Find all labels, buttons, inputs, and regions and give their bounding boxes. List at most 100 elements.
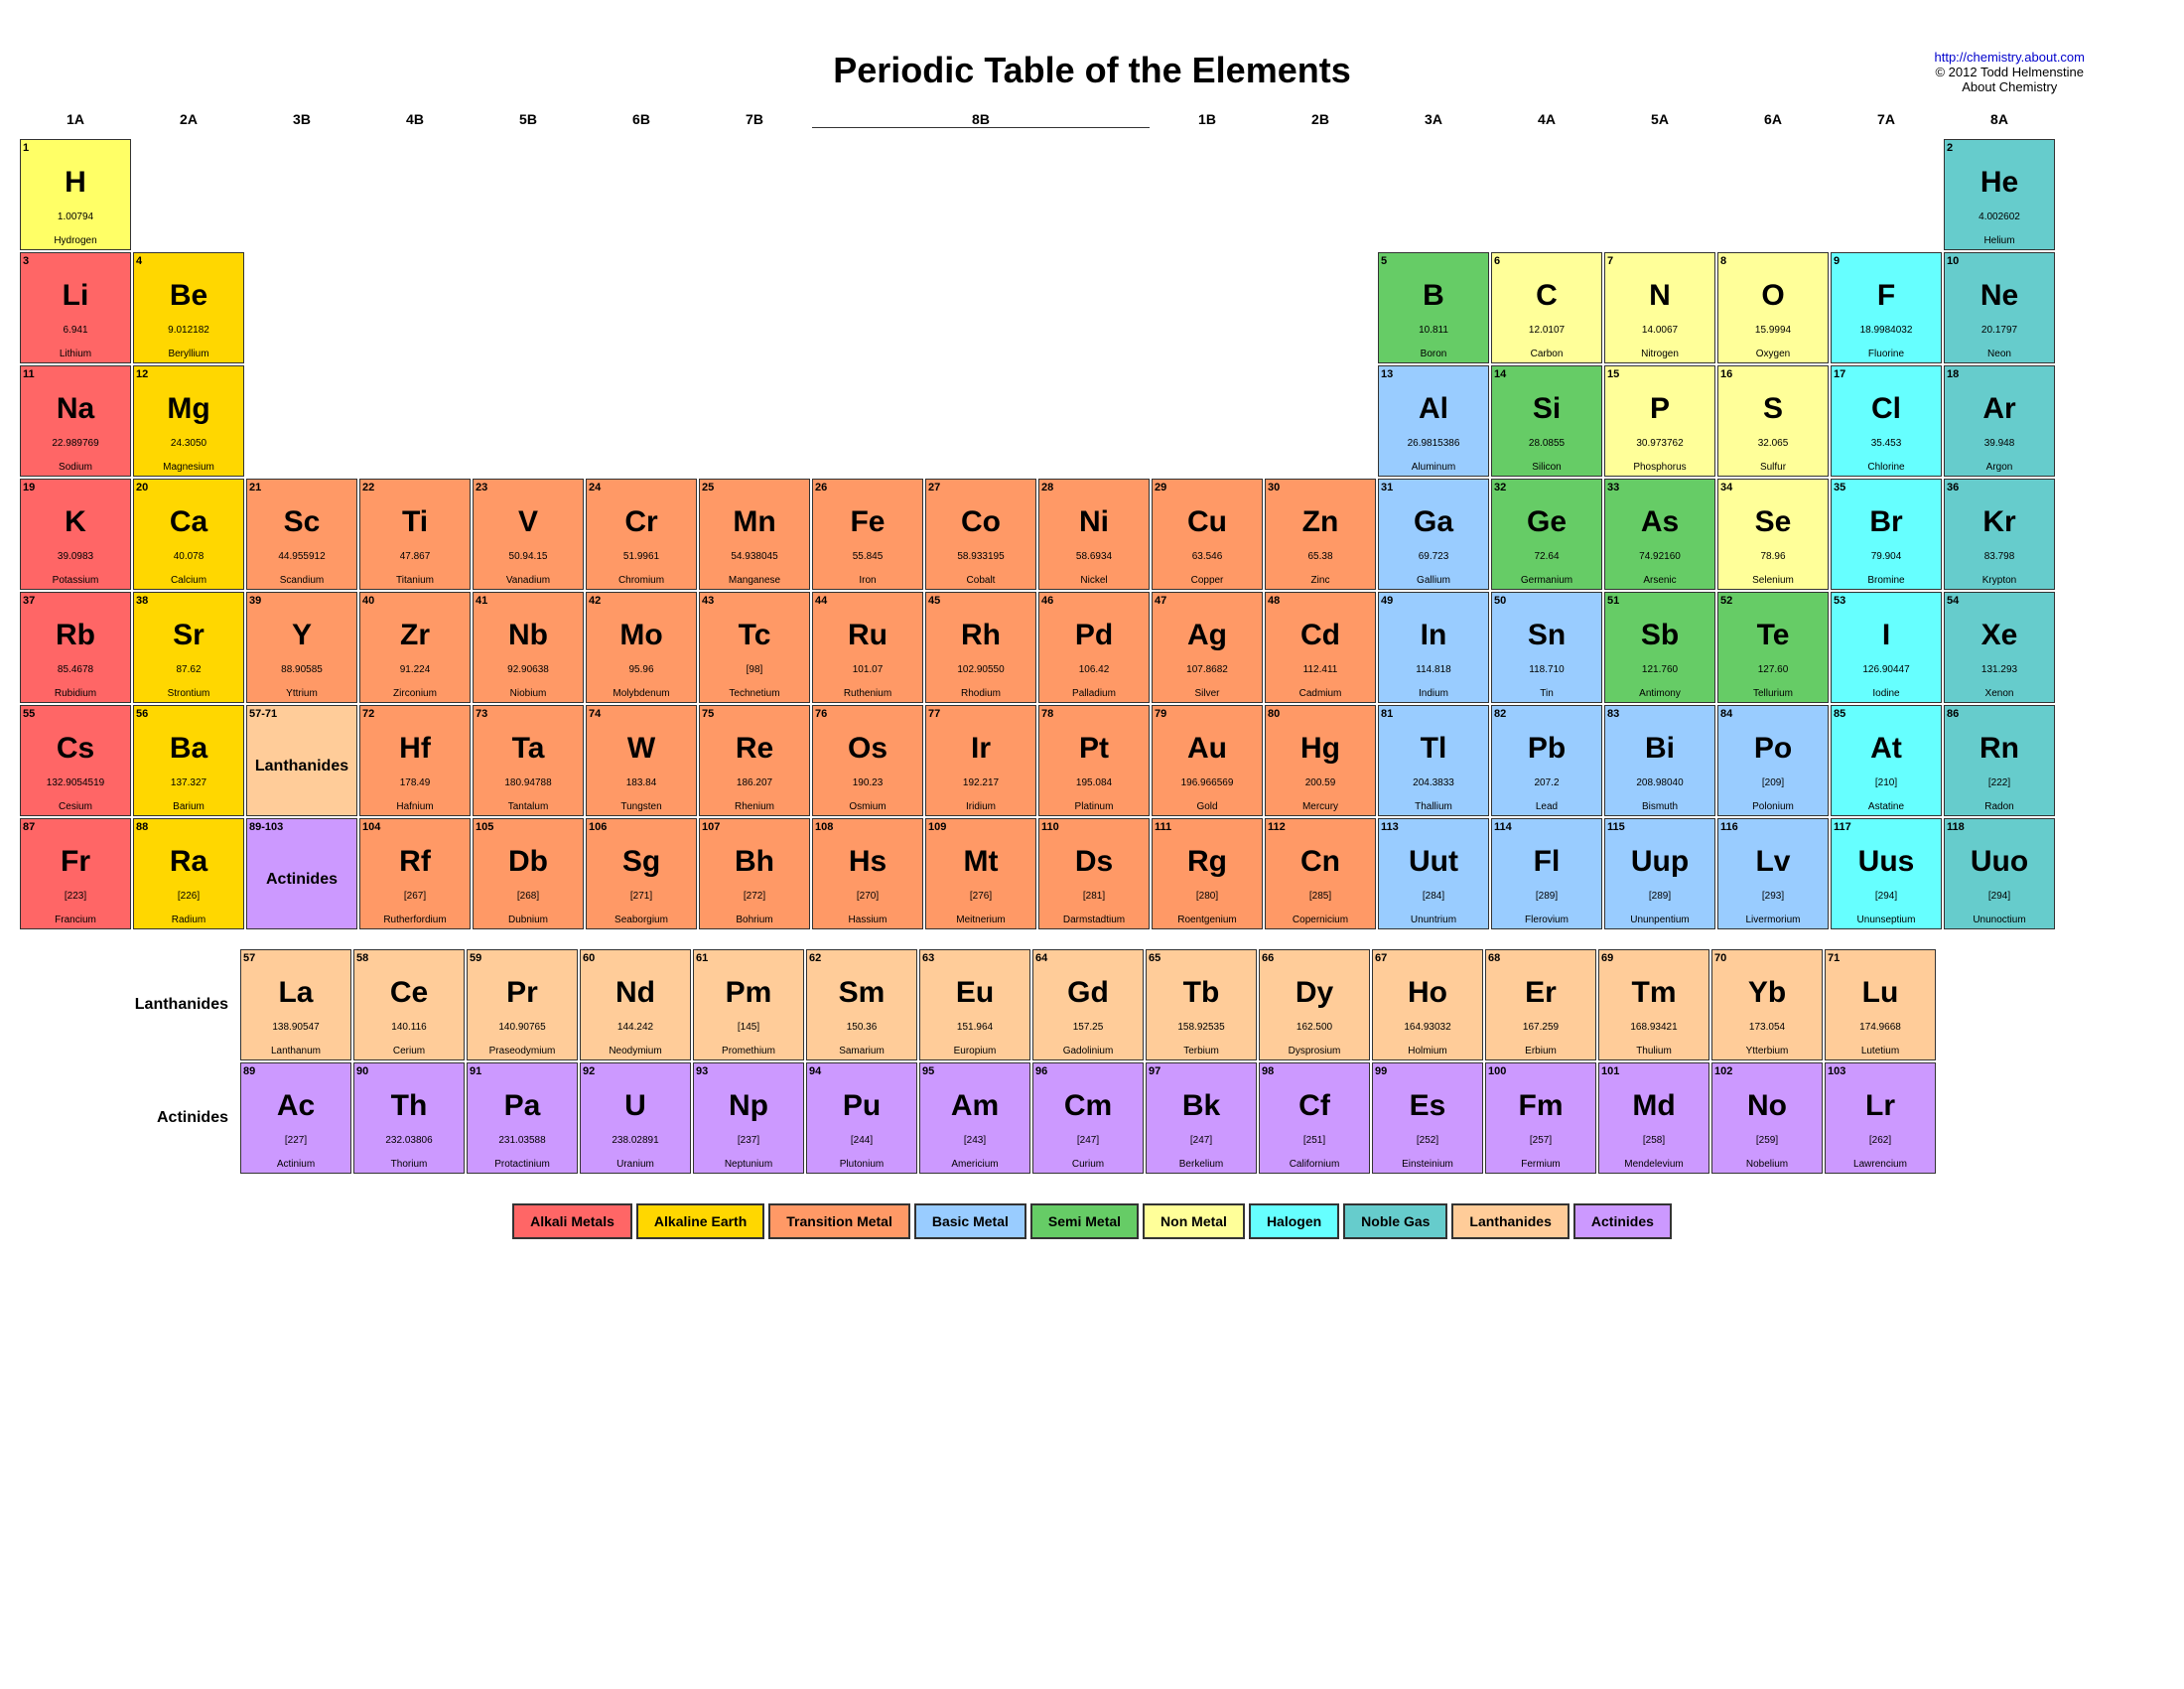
element-Pt[interactable]: 78 Pt 195.084 Platinum	[1038, 705, 1150, 816]
element-Ne[interactable]: 10 Ne 20.1797 Neon	[1944, 252, 2055, 363]
element-La[interactable]: 57 La 138.90547 Lanthanum	[240, 949, 351, 1060]
element-Mn[interactable]: 25 Mn 54.938045 Manganese	[699, 479, 810, 590]
element-Ni[interactable]: 28 Ni 58.6934 Nickel	[1038, 479, 1150, 590]
element-Al[interactable]: 13 Al 26.9815386 Aluminum	[1378, 365, 1489, 477]
element-Ar[interactable]: 18 Ar 39.948 Argon	[1944, 365, 2055, 477]
element-Cf[interactable]: 98 Cf [251] Californium	[1259, 1062, 1370, 1174]
element-Ho[interactable]: 67 Ho 164.93032 Holmium	[1372, 949, 1483, 1060]
element-Cu[interactable]: 29 Cu 63.546 Copper	[1152, 479, 1263, 590]
element-Lv[interactable]: 116 Lv [293] Livermorium	[1717, 818, 1829, 929]
element-Ca[interactable]: 20 Ca 40.078 Calcium	[133, 479, 244, 590]
element-Pb[interactable]: 82 Pb 207.2 Lead	[1491, 705, 1602, 816]
element-Fm[interactable]: 100 Fm [257] Fermium	[1485, 1062, 1596, 1174]
element-Ir[interactable]: 77 Ir 192.217 Iridium	[925, 705, 1036, 816]
element-Md[interactable]: 101 Md [258] Mendelevium	[1598, 1062, 1709, 1174]
element-Br[interactable]: 35 Br 79.904 Bromine	[1831, 479, 1942, 590]
element-Mo[interactable]: 42 Mo 95.96 Molybdenum	[586, 592, 697, 703]
element-H[interactable]: 1 H 1.00794 Hydrogen	[20, 139, 131, 250]
element-B[interactable]: 5 B 10.811 Boron	[1378, 252, 1489, 363]
element-Co[interactable]: 27 Co 58.933195 Cobalt	[925, 479, 1036, 590]
element-Bk[interactable]: 97 Bk [247] Berkelium	[1146, 1062, 1257, 1174]
element-Li[interactable]: 3 Li 6.941 Lithium	[20, 252, 131, 363]
element-Hs[interactable]: 108 Hs [270] Hassium	[812, 818, 923, 929]
element-Tc[interactable]: 43 Tc [98] Technetium	[699, 592, 810, 703]
element-I[interactable]: 53 I 126.90447 Iodine	[1831, 592, 1942, 703]
element-U[interactable]: 92 U 238.02891 Uranium	[580, 1062, 691, 1174]
element-Sn[interactable]: 50 Sn 118.710 Tin	[1491, 592, 1602, 703]
element-Te[interactable]: 52 Te 127.60 Tellurium	[1717, 592, 1829, 703]
element-Xe[interactable]: 54 Xe 131.293 Xenon	[1944, 592, 2055, 703]
element-Er[interactable]: 68 Er 167.259 Erbium	[1485, 949, 1596, 1060]
element-Bi[interactable]: 83 Bi 208.98040 Bismuth	[1604, 705, 1715, 816]
element-Ga[interactable]: 31 Ga 69.723 Gallium	[1378, 479, 1489, 590]
element-Ac[interactable]: 89 Ac [227] Actinium	[240, 1062, 351, 1174]
element-Rb[interactable]: 37 Rb 85.4678 Rubidium	[20, 592, 131, 703]
element-Pu[interactable]: 94 Pu [244] Plutonium	[806, 1062, 917, 1174]
element-Rh[interactable]: 45 Rh 102.90550 Rhodium	[925, 592, 1036, 703]
element-Hf[interactable]: 72 Hf 178.49 Hafnium	[359, 705, 471, 816]
element-Rn[interactable]: 86 Rn [222] Radon	[1944, 705, 2055, 816]
element-At[interactable]: 85 At [210] Astatine	[1831, 705, 1942, 816]
element-P[interactable]: 15 P 30.973762 Phosphorus	[1604, 365, 1715, 477]
element-Dy[interactable]: 66 Dy 162.500 Dysprosium	[1259, 949, 1370, 1060]
element-Cm[interactable]: 96 Cm [247] Curium	[1032, 1062, 1144, 1174]
element-Fr[interactable]: 87 Fr [223] Francium	[20, 818, 131, 929]
element-Fl[interactable]: 114 Fl [289] Flerovium	[1491, 818, 1602, 929]
element-Sg[interactable]: 106 Sg [271] Seaborgium	[586, 818, 697, 929]
element-Rf[interactable]: 104 Rf [267] Rutherfordium	[359, 818, 471, 929]
element-Os[interactable]: 76 Os 190.23 Osmium	[812, 705, 923, 816]
element-Cn[interactable]: 112 Cn [285] Copernicium	[1265, 818, 1376, 929]
element-Po[interactable]: 84 Po [209] Polonium	[1717, 705, 1829, 816]
element-V[interactable]: 23 V 50.94.15 Vanadium	[473, 479, 584, 590]
element-Uuo[interactable]: 118 Uuo [294] Ununoctium	[1944, 818, 2055, 929]
element-Be[interactable]: 4 Be 9.012182 Beryllium	[133, 252, 244, 363]
element-Sr[interactable]: 38 Sr 87.62 Strontium	[133, 592, 244, 703]
element-Ce[interactable]: 58 Ce 140.116 Cerium	[353, 949, 465, 1060]
element-Gd[interactable]: 64 Gd 157.25 Gadolinium	[1032, 949, 1144, 1060]
element-Ba[interactable]: 56 Ba 137.327 Barium	[133, 705, 244, 816]
element-Kr[interactable]: 36 Kr 83.798 Krypton	[1944, 479, 2055, 590]
element-Cs[interactable]: 55 Cs 132.9054519 Cesium	[20, 705, 131, 816]
element-In[interactable]: 49 In 114.818 Indium	[1378, 592, 1489, 703]
element-Cl[interactable]: 17 Cl 35.453 Chlorine	[1831, 365, 1942, 477]
element-Ag[interactable]: 47 Ag 107.8682 Silver	[1152, 592, 1263, 703]
element-Pm[interactable]: 61 Pm [145] Promethium	[693, 949, 804, 1060]
element-Cd[interactable]: 48 Cd 112.411 Cadmium	[1265, 592, 1376, 703]
element-Uup[interactable]: 115 Uup [289] Ununpentium	[1604, 818, 1715, 929]
element-F[interactable]: 9 F 18.9984032 Fluorine	[1831, 252, 1942, 363]
element-*[interactable]: 57-71 Lanthanides	[246, 705, 357, 816]
element-Zr[interactable]: 40 Zr 91.224 Zirconium	[359, 592, 471, 703]
element-S[interactable]: 16 S 32.065 Sulfur	[1717, 365, 1829, 477]
element-Re[interactable]: 75 Re 186.207 Rhenium	[699, 705, 810, 816]
element-O[interactable]: 8 O 15.9994 Oxygen	[1717, 252, 1829, 363]
element-Na[interactable]: 11 Na 22.989769 Sodium	[20, 365, 131, 477]
element-Uus[interactable]: 117 Uus [294] Ununseptium	[1831, 818, 1942, 929]
element-Ti[interactable]: 22 Ti 47.867 Titanium	[359, 479, 471, 590]
element-W[interactable]: 74 W 183.84 Tungsten	[586, 705, 697, 816]
element-Db[interactable]: 105 Db [268] Dubnium	[473, 818, 584, 929]
element-Mg[interactable]: 12 Mg 24.3050 Magnesium	[133, 365, 244, 477]
element-N[interactable]: 7 N 14.0067 Nitrogen	[1604, 252, 1715, 363]
element-Es[interactable]: 99 Es [252] Einsteinium	[1372, 1062, 1483, 1174]
element-Sc[interactable]: 21 Sc 44.955912 Scandium	[246, 479, 357, 590]
element-Ge[interactable]: 32 Ge 72.64 Germanium	[1491, 479, 1602, 590]
element-Nd[interactable]: 60 Nd 144.242 Neodymium	[580, 949, 691, 1060]
element-Lu[interactable]: 71 Lu 174.9668 Lutetium	[1825, 949, 1936, 1060]
element-Rg[interactable]: 111 Rg [280] Roentgenium	[1152, 818, 1263, 929]
element-Fe[interactable]: 26 Fe 55.845 Iron	[812, 479, 923, 590]
element-Zn[interactable]: 30 Zn 65.38 Zinc	[1265, 479, 1376, 590]
element-Sb[interactable]: 51 Sb 121.760 Antimony	[1604, 592, 1715, 703]
element-Se[interactable]: 34 Se 78.96 Selenium	[1717, 479, 1829, 590]
element-Nb[interactable]: 41 Nb 92.90638 Niobium	[473, 592, 584, 703]
element-Np[interactable]: 93 Np [237] Neptunium	[693, 1062, 804, 1174]
element-Ra[interactable]: 88 Ra [226] Radium	[133, 818, 244, 929]
element-Uut[interactable]: 113 Uut [284] Ununtrium	[1378, 818, 1489, 929]
credit-url[interactable]: http://chemistry.about.com	[1935, 50, 2086, 65]
element-Bh[interactable]: 107 Bh [272] Bohrium	[699, 818, 810, 929]
element-Lr[interactable]: 103 Lr [262] Lawrencium	[1825, 1062, 1936, 1174]
element-K[interactable]: 19 K 39.0983 Potassium	[20, 479, 131, 590]
element-No[interactable]: 102 No [259] Nobelium	[1711, 1062, 1823, 1174]
element-Ru[interactable]: 44 Ru 101.07 Ruthenium	[812, 592, 923, 703]
element-Eu[interactable]: 63 Eu 151.964 Europium	[919, 949, 1030, 1060]
element-Tb[interactable]: 65 Tb 158.92535 Terbium	[1146, 949, 1257, 1060]
